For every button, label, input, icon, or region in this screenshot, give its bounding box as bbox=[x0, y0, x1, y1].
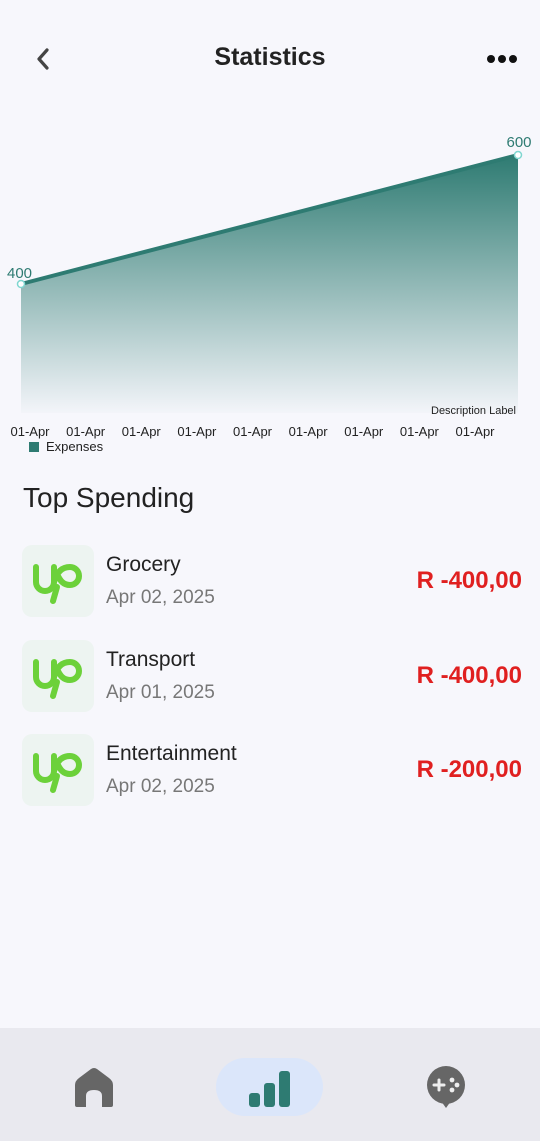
transaction-name: Entertainment bbox=[106, 742, 237, 765]
merchant-logo bbox=[22, 545, 94, 617]
x-tick-label: 01-Apr bbox=[289, 424, 329, 439]
legend-swatch bbox=[29, 442, 39, 452]
area-chart: 400 600 Description Label 01-Apr 01-Apr 01… bbox=[7, 134, 532, 454]
transaction-date: Apr 02, 2025 bbox=[106, 587, 215, 608]
x-tick-label: 01-Apr bbox=[10, 424, 50, 439]
expenses-chart: 400 600 Description Label 01-Apr 01-Apr 01… bbox=[0, 120, 540, 465]
legend-label: Expenses bbox=[46, 439, 104, 454]
transaction-amount: R -400,00 bbox=[416, 567, 522, 594]
bar-chart-icon bbox=[248, 1071, 290, 1107]
transaction-amount: R -200,00 bbox=[416, 756, 522, 783]
x-tick-label: 01-Apr bbox=[233, 424, 273, 439]
data-point[interactable] bbox=[513, 150, 523, 160]
nav-home[interactable] bbox=[60, 1058, 128, 1116]
x-tick-label: 01-Apr bbox=[177, 424, 217, 439]
nav-statistics[interactable] bbox=[216, 1058, 323, 1116]
transaction-name: Grocery bbox=[106, 553, 181, 576]
x-tick-label: 01-Apr bbox=[66, 424, 106, 439]
merchant-logo bbox=[22, 640, 94, 712]
upwork-logo-icon bbox=[33, 658, 82, 699]
expenses-area bbox=[21, 155, 518, 413]
transaction-date: Apr 01, 2025 bbox=[106, 682, 215, 703]
x-tick-label: 01-Apr bbox=[455, 424, 495, 439]
data-label: 600 bbox=[506, 134, 531, 151]
bottom-navigation bbox=[0, 1028, 540, 1141]
upwork-logo-icon bbox=[33, 563, 82, 604]
page-title: Statistics bbox=[214, 43, 326, 71]
description-label: Description Label bbox=[431, 405, 516, 417]
transaction-name: Transport bbox=[106, 648, 196, 671]
x-tick-label: 01-Apr bbox=[400, 424, 440, 439]
home-icon bbox=[75, 1068, 113, 1107]
more-options-button[interactable] bbox=[486, 52, 518, 66]
section-title: Top Spending bbox=[23, 482, 195, 513]
transaction-item[interactable]: Grocery Apr 02, 2025 R -400,00 bbox=[22, 545, 522, 617]
upwork-logo-icon bbox=[33, 752, 82, 793]
x-axis: 01-Apr 01-Apr 01-Apr 01-Apr 01-Apr 01-Apr 01-A… bbox=[10, 424, 495, 439]
header: Statistics bbox=[0, 0, 540, 120]
transaction-item[interactable]: Entertainment Apr 02, 2025 R -200,00 bbox=[22, 734, 522, 806]
merchant-logo bbox=[22, 734, 94, 806]
transaction-item[interactable]: Transport Apr 01, 2025 R -400,00 bbox=[22, 640, 522, 712]
transaction-amount: R -400,00 bbox=[416, 662, 522, 689]
more-horizontal-icon bbox=[487, 55, 517, 63]
x-tick-label: 01-Apr bbox=[122, 424, 162, 439]
transaction-date: Apr 02, 2025 bbox=[106, 776, 215, 797]
data-label: 400 bbox=[7, 265, 32, 282]
x-tick-label: 01-Apr bbox=[344, 424, 384, 439]
game-controller-icon bbox=[427, 1066, 465, 1108]
nav-games[interactable] bbox=[412, 1058, 480, 1116]
